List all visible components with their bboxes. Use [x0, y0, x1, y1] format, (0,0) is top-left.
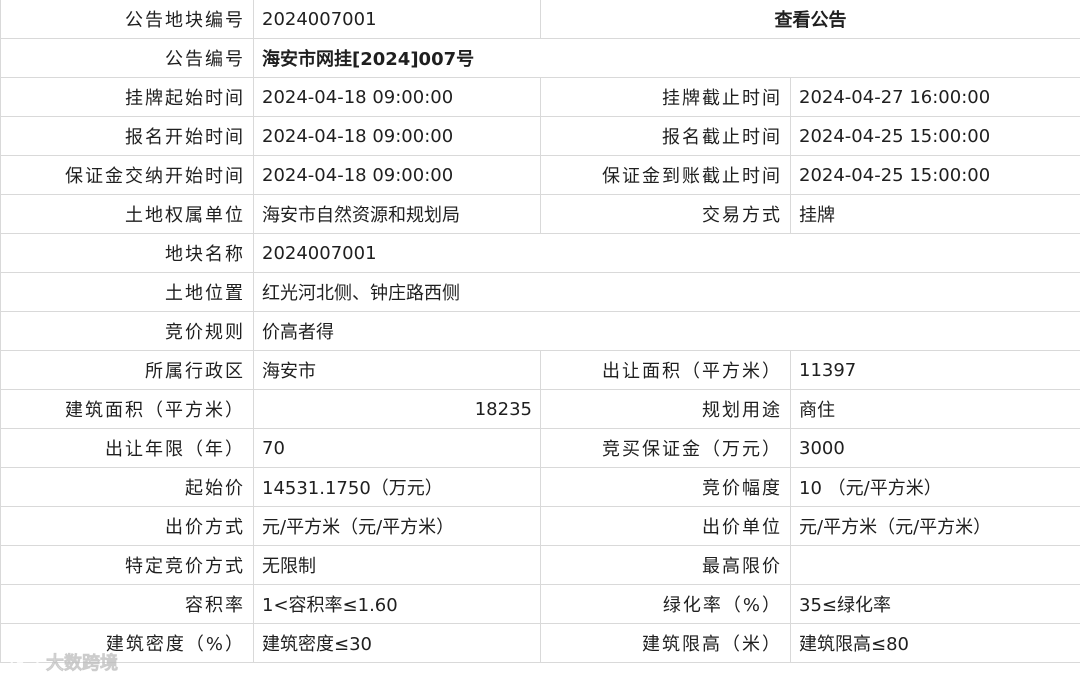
row-bid-method-unit: 出价方式 元/平方米（元/平方米） 出价单位 元/平方米（元/平方米） — [0, 506, 1080, 546]
special-bid-method-label: 特定竞价方式 — [0, 545, 254, 585]
max-price-label: 最高限价 — [540, 545, 791, 585]
building-area-value: 18235 — [253, 389, 541, 429]
land-owner-value: 海安市自然资源和规划局 — [253, 194, 541, 234]
transfer-area-value: 11397 — [790, 350, 1080, 390]
land-info-table: 公告地块编号 2024007001 查看公告 公告编号 海安市网挂[2024]0… — [0, 0, 1080, 663]
deposit-start-value: 2024-04-18 09:00:00 — [253, 155, 541, 195]
deposit-deadline-label: 保证金到账截止时间 — [540, 155, 791, 195]
row-land-location: 土地位置 红光河北侧、钟庄路西侧 — [0, 272, 1080, 312]
land-location-label: 土地位置 — [0, 272, 254, 312]
bidding-rule-value: 价高者得 — [253, 311, 1080, 351]
row-registration-times: 报名开始时间 2024-04-18 09:00:00 报名截止时间 2024-0… — [0, 116, 1080, 156]
listing-end-label: 挂牌截止时间 — [540, 77, 791, 117]
notice-number-value: 海安市网挂[2024]007号 — [253, 38, 1080, 78]
bidding-rule-label: 竞价规则 — [0, 311, 254, 351]
green-ratio-value: 35≤绿化率 — [790, 584, 1080, 624]
transfer-area-label: 出让面积（平方米） — [540, 350, 791, 390]
listing-start-value: 2024-04-18 09:00:00 — [253, 77, 541, 117]
row-ownership-trade: 土地权属单位 海安市自然资源和规划局 交易方式 挂牌 — [0, 194, 1080, 234]
plot-name-value: 2024007001 — [253, 233, 1080, 273]
starting-price-label: 起始价 — [0, 467, 254, 507]
transfer-term-label: 出让年限（年） — [0, 428, 254, 468]
listing-end-value: 2024-04-27 16:00:00 — [790, 77, 1080, 117]
view-notice-link[interactable]: 查看公告 — [540, 0, 1080, 39]
bid-deposit-value: 3000 — [790, 428, 1080, 468]
plot-ratio-label: 容积率 — [0, 584, 254, 624]
listing-start-label: 挂牌起始时间 — [0, 77, 254, 117]
notice-number-label: 公告编号 — [0, 38, 254, 78]
row-building-area-use: 建筑面积（平方米） 18235 规划用途 商住 — [0, 389, 1080, 429]
transfer-term-value: 70 — [253, 428, 541, 468]
notice-plot-number-label: 公告地块编号 — [0, 0, 254, 39]
district-label: 所属行政区 — [0, 350, 254, 390]
row-special-bid-max-price: 特定竞价方式 无限制 最高限价 — [0, 545, 1080, 585]
building-density-value: 建筑密度≤30 — [253, 623, 541, 663]
bid-unit-value: 元/平方米（元/平方米） — [790, 506, 1080, 546]
district-value: 海安市 — [253, 350, 541, 390]
row-district-area: 所属行政区 海安市 出让面积（平方米） 11397 — [0, 350, 1080, 390]
registration-end-value: 2024-04-25 15:00:00 — [790, 116, 1080, 156]
bid-increment-value: 10 （元/平方米） — [790, 467, 1080, 507]
land-location-value: 红光河北侧、钟庄路西侧 — [253, 272, 1080, 312]
land-owner-label: 土地权属单位 — [0, 194, 254, 234]
trade-method-label: 交易方式 — [540, 194, 791, 234]
bid-method-value: 元/平方米（元/平方米） — [253, 506, 541, 546]
height-limit-value: 建筑限高≤80 — [790, 623, 1080, 663]
planned-use-label: 规划用途 — [540, 389, 791, 429]
building-area-label: 建筑面积（平方米） — [0, 389, 254, 429]
registration-start-label: 报名开始时间 — [0, 116, 254, 156]
green-ratio-label: 绿化率（%） — [540, 584, 791, 624]
row-starting-price-increment: 起始价 14531.1750（万元） 竞价幅度 10 （元/平方米） — [0, 467, 1080, 507]
deposit-deadline-value: 2024-04-25 15:00:00 — [790, 155, 1080, 195]
registration-end-label: 报名截止时间 — [540, 116, 791, 156]
registration-start-value: 2024-04-18 09:00:00 — [253, 116, 541, 156]
trade-method-value: 挂牌 — [790, 194, 1080, 234]
notice-plot-number-value: 2024007001 — [253, 0, 541, 39]
row-deposit-times: 保证金交纳开始时间 2024-04-18 09:00:00 保证金到账截止时间 … — [0, 155, 1080, 195]
row-notice-plot-number: 公告地块编号 2024007001 查看公告 — [0, 0, 1080, 39]
row-term-deposit: 出让年限（年） 70 竞买保证金（万元） 3000 — [0, 428, 1080, 468]
height-limit-label: 建筑限高（米） — [540, 623, 791, 663]
row-plot-name: 地块名称 2024007001 — [0, 233, 1080, 273]
row-bidding-rule: 竞价规则 价高者得 — [0, 311, 1080, 351]
special-bid-method-value: 无限制 — [253, 545, 541, 585]
bid-increment-label: 竞价幅度 — [540, 467, 791, 507]
row-density-height: 建筑密度（%） 建筑密度≤30 建筑限高（米） 建筑限高≤80 — [0, 623, 1080, 663]
planned-use-value: 商住 — [790, 389, 1080, 429]
bid-unit-label: 出价单位 — [540, 506, 791, 546]
bid-deposit-label: 竞买保证金（万元） — [540, 428, 791, 468]
building-density-label: 建筑密度（%） — [0, 623, 254, 663]
max-price-value — [790, 545, 1080, 585]
row-notice-number: 公告编号 海安市网挂[2024]007号 — [0, 38, 1080, 78]
bid-method-label: 出价方式 — [0, 506, 254, 546]
deposit-start-label: 保证金交纳开始时间 — [0, 155, 254, 195]
plot-name-label: 地块名称 — [0, 233, 254, 273]
row-listing-times: 挂牌起始时间 2024-04-18 09:00:00 挂牌截止时间 2024-0… — [0, 77, 1080, 117]
row-plot-ratio-green: 容积率 1<容积率≤1.60 绿化率（%） 35≤绿化率 — [0, 584, 1080, 624]
plot-ratio-value: 1<容积率≤1.60 — [253, 584, 541, 624]
starting-price-value: 14531.1750（万元） — [253, 467, 541, 507]
